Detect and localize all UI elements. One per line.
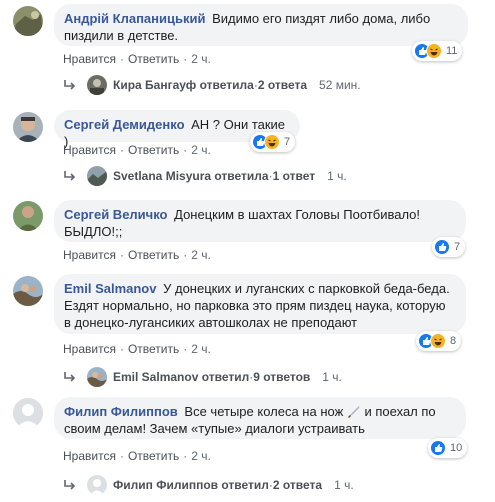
reply-arrow-icon: [64, 372, 76, 382]
reply-time: 1 ч.: [322, 370, 342, 384]
comment-bubble: Андрій Клапаницький Видимо его пиздят ли…: [54, 4, 468, 46]
comment-actions: Нравится · Ответить · 2 ч.: [63, 248, 211, 262]
avatar: [87, 166, 107, 186]
reaction-count: 10: [450, 442, 463, 454]
avatar: [87, 75, 107, 95]
like-icon: [430, 440, 446, 456]
reaction-count: 7: [454, 241, 461, 253]
like-link[interactable]: Нравится: [63, 449, 116, 463]
reply-arrow-icon: [64, 80, 76, 90]
reaction-count: 8: [450, 335, 457, 347]
reply-link[interactable]: Ответить: [128, 143, 179, 157]
reactions-badge[interactable]: 7: [250, 132, 296, 152]
reply-link[interactable]: Ответить: [128, 449, 179, 463]
comment-author[interactable]: Сергей Величко: [64, 207, 168, 222]
avatar: [87, 367, 107, 387]
reactions-badge[interactable]: 11: [412, 41, 463, 61]
avatar: [87, 475, 107, 495]
like-link[interactable]: Нравится: [63, 342, 116, 356]
avatar[interactable]: [13, 201, 43, 231]
reply-count[interactable]: 2 ответа: [273, 478, 322, 492]
like-link[interactable]: Нравится: [63, 143, 116, 157]
knife-emoji-icon: [347, 406, 360, 418]
comment-author[interactable]: Сергей Демиденко: [64, 117, 185, 132]
comment-author[interactable]: Андрій Клапаницький: [64, 11, 205, 26]
reply-author[interactable]: Svetlana Misyura ответила: [113, 169, 269, 183]
comment-bubble: Emil Salmanov У донецких и луганских с п…: [54, 274, 466, 334]
comment-time[interactable]: 2 ч.: [191, 143, 211, 157]
reply-author[interactable]: Emil Salmanov ответил: [113, 370, 249, 384]
reply-author[interactable]: Филип Филиппов ответил: [113, 478, 269, 492]
reply-summary[interactable]: Emil Salmanov ответил · 9 ответов 1 ч.: [63, 367, 342, 387]
comment-actions: Нравится · Ответить · 2 ч.: [63, 342, 211, 356]
comment-actions: Нравится · Ответить · 2 ч.: [63, 52, 211, 66]
comment-actions: Нравится · Ответить · 2 ч.: [63, 143, 211, 157]
comment-bubble: Филип Филиппов Все четыре колеса на нож …: [54, 397, 466, 439]
comment-time[interactable]: 2 ч.: [191, 342, 211, 356]
haha-icon: [430, 333, 446, 349]
reply-time: 1 ч.: [334, 478, 354, 492]
like-icon: [434, 239, 450, 255]
like-link[interactable]: Нравится: [63, 248, 116, 262]
reply-arrow-icon: [64, 171, 76, 181]
reactions-badge[interactable]: 7: [432, 237, 466, 257]
reply-summary[interactable]: Кира Бангауф ответила · 2 ответа 52 мин.: [63, 75, 361, 95]
like-link[interactable]: Нравится: [63, 52, 116, 66]
reaction-count: 11: [446, 45, 458, 57]
reply-time: 52 мин.: [319, 78, 361, 92]
reply-arrow-icon: [64, 480, 76, 490]
comment-author[interactable]: Emil Salmanov: [64, 281, 156, 296]
avatar[interactable]: [13, 112, 43, 142]
reply-count[interactable]: 9 ответов: [253, 370, 310, 384]
reply-summary[interactable]: Филип Филиппов ответил · 2 ответа 1 ч.: [63, 475, 354, 495]
comment-time[interactable]: 2 ч.: [191, 248, 211, 262]
reply-author[interactable]: Кира Бангауф ответила: [113, 78, 254, 92]
reply-count[interactable]: 2 ответа: [258, 78, 307, 92]
comment-time[interactable]: 2 ч.: [191, 449, 211, 463]
comment-author[interactable]: Филип Филиппов: [64, 404, 178, 419]
comment-bubble: Сергей Величко Донецким в шахтах Головы …: [54, 200, 466, 242]
avatar[interactable]: [13, 276, 43, 306]
reactions-badge[interactable]: 8: [416, 331, 462, 351]
haha-icon: [426, 43, 442, 59]
reply-link[interactable]: Ответить: [128, 52, 179, 66]
reply-time: 1 ч.: [327, 169, 347, 183]
haha-icon: [264, 134, 280, 150]
avatar[interactable]: [13, 398, 43, 428]
reply-link[interactable]: Ответить: [128, 248, 179, 262]
reply-summary[interactable]: Svetlana Misyura ответила · 1 ответ 1 ч.: [63, 166, 347, 186]
comment-text: Все четыре колеса на нож: [184, 404, 347, 419]
reply-link[interactable]: Ответить: [128, 342, 179, 356]
reaction-count: 7: [284, 136, 291, 148]
comment-time[interactable]: 2 ч.: [191, 52, 211, 66]
reply-count[interactable]: 1 ответ: [273, 169, 316, 183]
comment-actions: Нравится · Ответить · 2 ч.: [63, 449, 211, 463]
reactions-badge[interactable]: 10: [428, 438, 468, 458]
avatar[interactable]: [13, 6, 43, 36]
